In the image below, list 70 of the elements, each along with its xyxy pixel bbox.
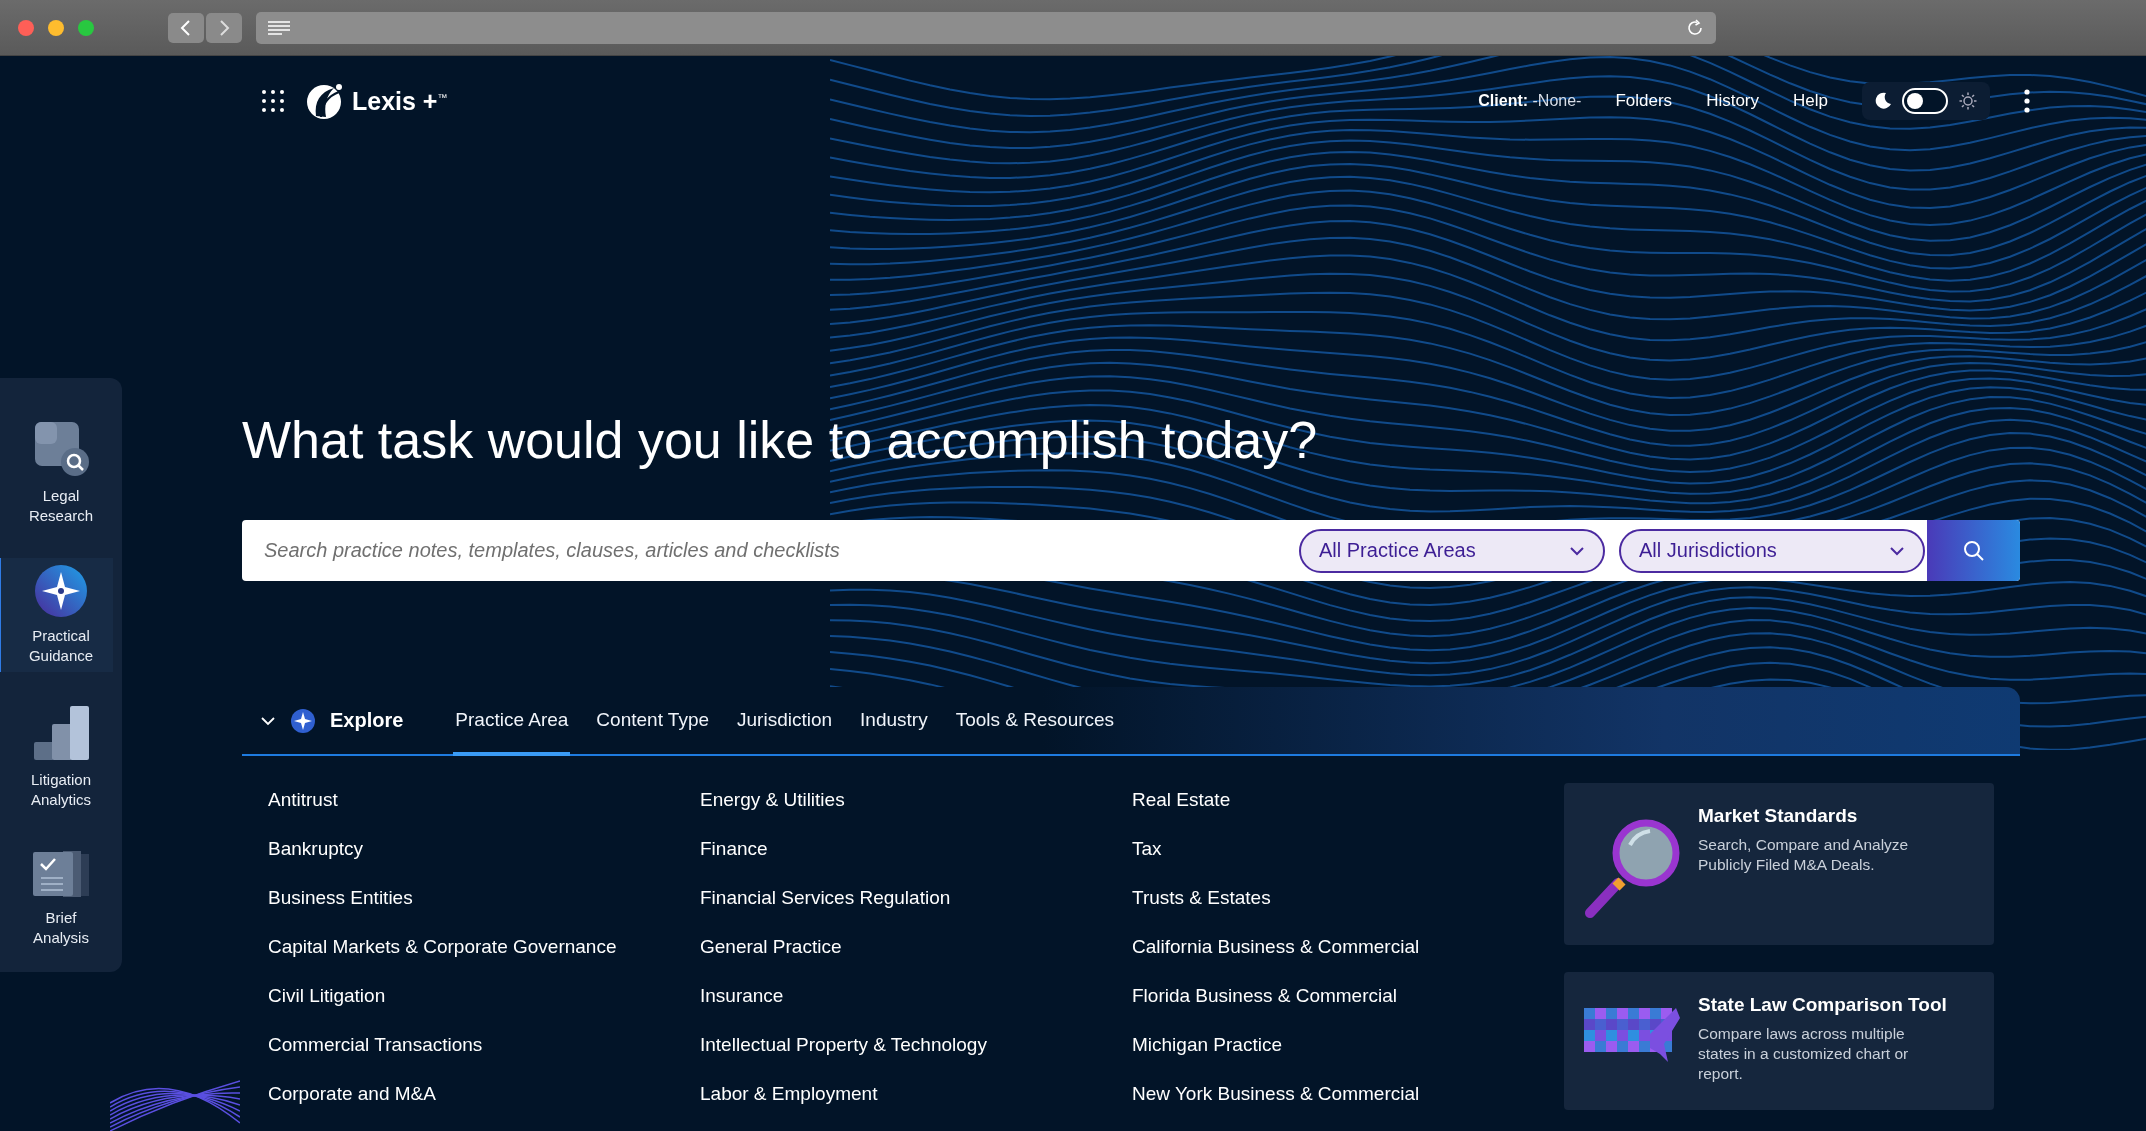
card-title: Market Standards [1698, 805, 1859, 827]
nav-link[interactable]: History [1706, 91, 1760, 111]
bar-chart-icon [32, 704, 90, 762]
nav-link[interactable]: Folders [1615, 91, 1673, 111]
compass-icon [290, 707, 316, 734]
practice-area-link[interactable]: Commercial Transactions [268, 1033, 483, 1056]
chevron-down-icon [1889, 545, 1905, 556]
minimize-window-icon[interactable] [48, 19, 64, 36]
explore-tab[interactable]: Jurisdiction [735, 687, 835, 756]
practice-area-link[interactable]: Tax [1132, 837, 1162, 860]
practice-area-link[interactable]: New York Business & Commercial [1132, 1082, 1420, 1105]
close-window-icon[interactable] [18, 19, 34, 36]
practice-area-link[interactable]: Intellectual Property & Technology [700, 1033, 987, 1056]
explore-tab[interactable]: Tools & Resources [953, 687, 1117, 756]
reader-icon[interactable] [268, 20, 290, 35]
reload-icon[interactable] [1686, 18, 1704, 37]
sidebar-item[interactable]: Legal Research [0, 414, 113, 532]
chevron-icon [260, 715, 276, 726]
moon-icon [1874, 92, 1892, 110]
practice-area-link[interactable]: Antitrust [268, 788, 338, 811]
explore-toggle[interactable]: Explore [242, 687, 454, 754]
practice-area-link[interactable]: General Practice [700, 935, 842, 958]
theme-switch[interactable] [1902, 88, 1948, 114]
explore-tab[interactable]: Industry [858, 687, 930, 756]
filter-dropdown[interactable]: All Jurisdictions [1619, 528, 1925, 573]
practice-area-link[interactable]: Trusts & Estates [1132, 886, 1271, 909]
practice-area-link[interactable]: Insurance [700, 984, 784, 1007]
card-description: Compare laws across multiple states in a customized chart or report. [1698, 1024, 1910, 1084]
chevron-down-icon [1569, 545, 1585, 556]
practice-area-link[interactable]: California Business & Commercial [1132, 935, 1420, 958]
practice-area-link[interactable]: Finance [700, 837, 768, 860]
card-description: Search, Compare and Analyze Publicly Filed M&A Deals. [1698, 835, 1910, 875]
practice-area-link[interactable]: Business Entities [268, 886, 413, 909]
practice-area-link[interactable]: Labor & Employment [700, 1082, 878, 1105]
more-options-icon[interactable] [2024, 89, 2030, 113]
search-button[interactable] [1927, 520, 2020, 581]
search-tile-icon [33, 420, 89, 478]
explore-tab[interactable]: Practice Area [453, 687, 571, 756]
practice-area-link[interactable]: Financial Services Regulation [700, 886, 951, 909]
practice-area-link[interactable]: Michigan Practice [1132, 1033, 1282, 1056]
practice-area-link[interactable]: Bankruptcy [268, 837, 364, 860]
search-field[interactable]: Search practice notes, templates, clauses, articles and checklists [242, 539, 1299, 562]
sidebar-item[interactable]: Practical Guidance [0, 558, 113, 672]
checklist-document-icon [31, 848, 91, 900]
filter-dropdown[interactable]: All Practice Areas [1299, 528, 1605, 573]
sun-icon [1958, 91, 1978, 111]
page-heading: What task would you like to accomplish today? [242, 410, 1319, 471]
tool-card[interactable]: Market Standards Search, Compare and Analyze Publicly Filed M&A Deals. [1564, 783, 1994, 945]
chevron-right-icon [217, 18, 231, 37]
explore-tab[interactable]: Content Type [594, 687, 712, 756]
forward-button[interactable] [206, 12, 242, 43]
tool-card[interactable]: State Law Comparison Tool Compare laws across multiple states in a customized chart or report. [1564, 972, 1994, 1110]
maximize-window-icon[interactable] [78, 19, 94, 36]
practice-area-link[interactable]: Capital Markets & Corporate Governance [268, 935, 617, 958]
practice-area-link[interactable]: Real Estate [1132, 788, 1231, 811]
practice-area-link[interactable]: Corporate and M&A [268, 1082, 436, 1105]
sidebar-item[interactable]: Litigation Analytics [0, 698, 113, 816]
search-icon [1962, 539, 1985, 562]
practice-area-link[interactable]: Florida Business & Commercial [1132, 984, 1398, 1007]
practice-area-link[interactable]: Energy & Utilities [700, 788, 845, 811]
sidebar-item[interactable]: Brief Analysis [0, 842, 113, 954]
card-title: State Law Comparison Tool [1698, 994, 1948, 1016]
nav-link[interactable]: Help [1793, 91, 1828, 111]
app-grid-icon[interactable] [262, 90, 284, 112]
logo-text[interactable]: Lexis +$^{™}$ [352, 86, 448, 116]
chevron-left-icon [179, 18, 193, 37]
compass-icon [34, 564, 88, 618]
back-button[interactable] [168, 12, 204, 43]
practice-area-link[interactable]: Civil Litigation [268, 984, 386, 1007]
client-selector[interactable]: Client: -None- [1478, 92, 1582, 110]
